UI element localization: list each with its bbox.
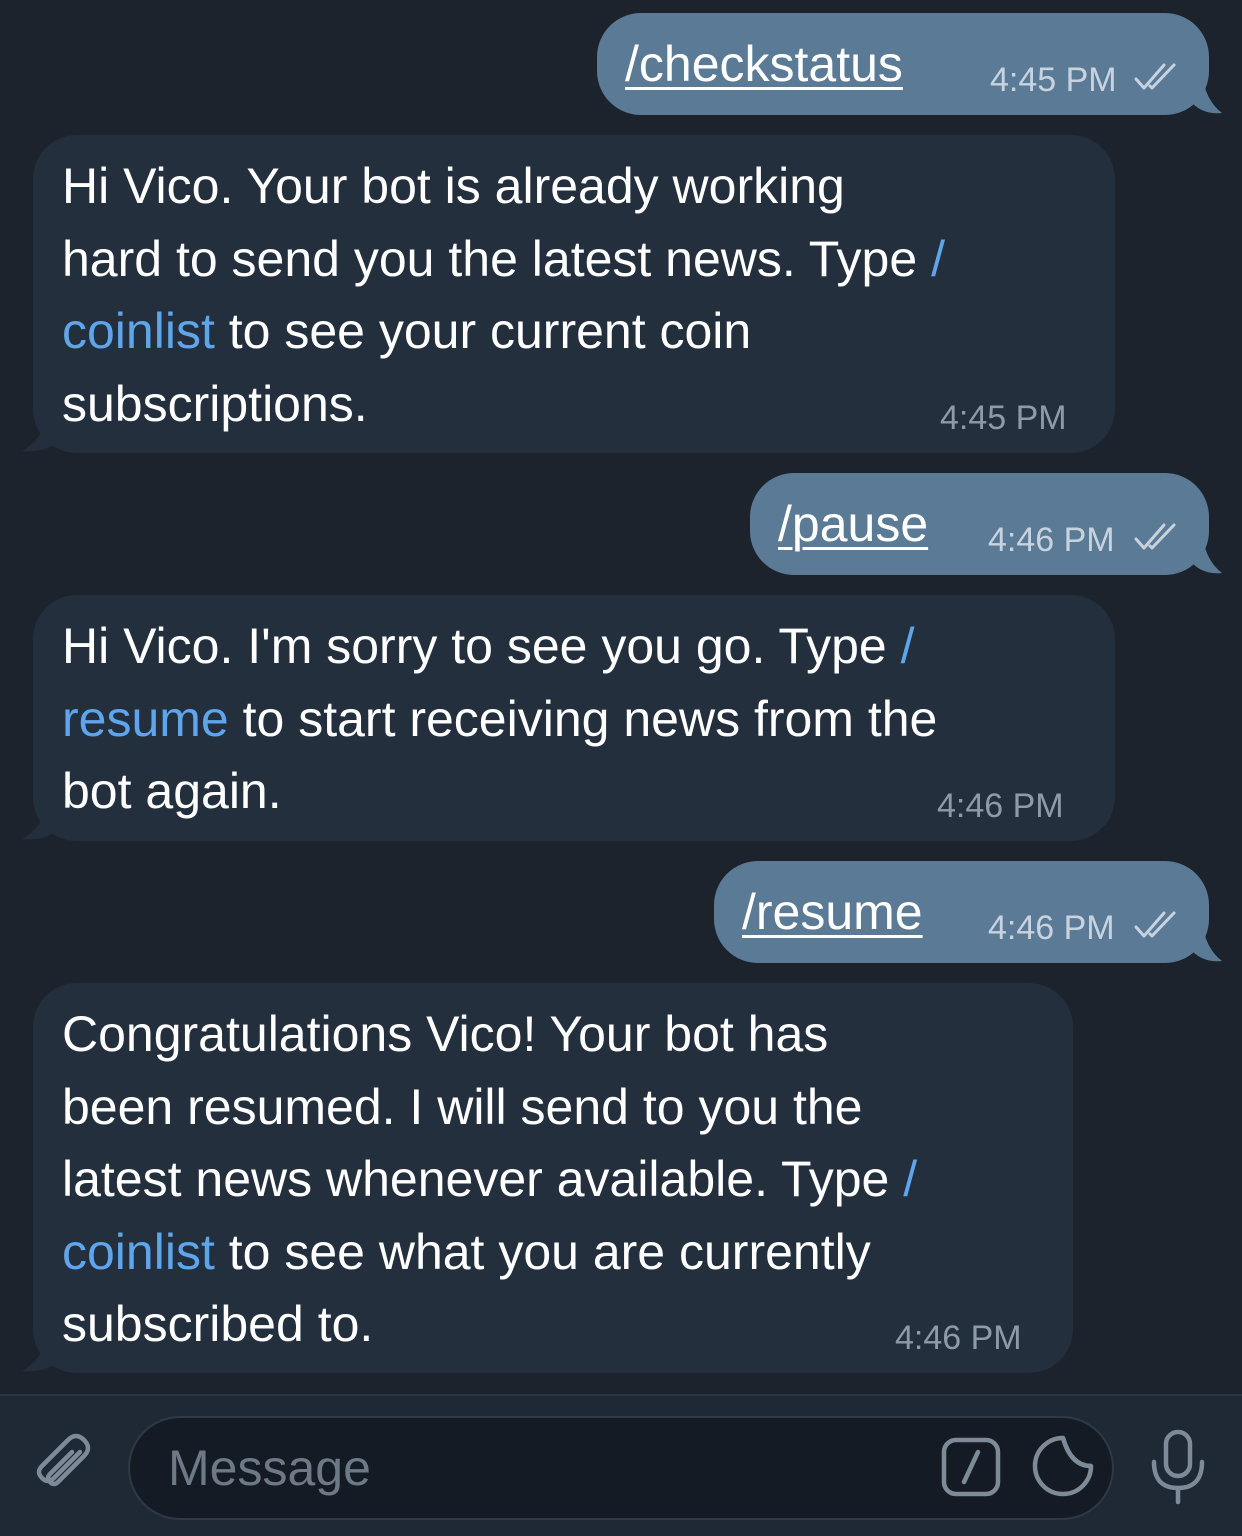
message-timestamp: 4:45 PM: [940, 399, 1067, 437]
incoming-message-text: Hi Vico. Your bot is already working har…: [62, 150, 945, 440]
message-line: subscriptions.: [62, 375, 368, 432]
paperclip-icon[interactable]: [28, 1430, 100, 1502]
message-line: subscribed to.: [62, 1296, 374, 1352]
command-link-checkstatus[interactable]: /checkstatus: [625, 34, 903, 94]
double-check-icon: [1134, 911, 1176, 938]
double-check-icon: [1134, 523, 1176, 550]
message-line: resume to start receiving news from the: [62, 690, 938, 747]
message-line: hard to send you the latest news. Type /: [62, 230, 945, 287]
command-link-resume[interactable]: resume: [62, 691, 229, 747]
command-link-resume[interactable]: /resume: [742, 882, 923, 942]
command-link-slash[interactable]: /: [903, 1151, 917, 1207]
message-timestamp: 4:46 PM: [895, 1319, 1022, 1357]
chat-area[interactable]: /checkstatus 4:45 PM Hi Vico. Your bot i…: [0, 0, 1242, 1394]
bubble-tail-icon: [1192, 75, 1222, 114]
incoming-message-text: Congratulations Vico! Your bot has been …: [62, 998, 917, 1361]
message-line: coinlist to see what you are currently: [62, 1223, 871, 1280]
message-composer: [0, 1394, 1242, 1536]
command-link-slash[interactable]: /: [931, 231, 945, 287]
slash-command-icon[interactable]: [940, 1436, 1002, 1498]
command-link-coinlist[interactable]: coinlist: [62, 1224, 215, 1280]
message-line: latest news whenever available. Type /: [62, 1151, 918, 1207]
double-check-icon: [1134, 63, 1176, 90]
message-timestamp: 4:46 PM: [988, 909, 1115, 947]
bubble-tail-icon: [1192, 535, 1222, 574]
message-timestamp: 4:46 PM: [937, 787, 1064, 825]
message-line: Hi Vico. Your bot is already working: [62, 158, 845, 214]
bubble-tail-icon: [1192, 923, 1222, 962]
bubble-tail-icon: [22, 1333, 58, 1372]
message-line: been resumed. I will send to you the: [62, 1078, 863, 1135]
message-line: coinlist to see your current coin: [62, 303, 752, 359]
message-timestamp: 4:46 PM: [988, 521, 1115, 559]
message-line: Hi Vico. I'm sorry to see you go. Type /: [62, 618, 915, 674]
command-link-coinlist[interactable]: coinlist: [62, 303, 215, 359]
command-link-pause[interactable]: /pause: [778, 494, 928, 554]
bubble-tail-icon: [22, 413, 58, 452]
microphone-icon[interactable]: [1146, 1426, 1210, 1508]
message-timestamp: 4:45 PM: [990, 61, 1117, 99]
command-link-slash[interactable]: /: [901, 618, 915, 674]
bubble-tail-icon: [22, 801, 58, 840]
message-line: Congratulations Vico! Your bot has: [62, 1006, 829, 1062]
message-line: bot again.: [62, 763, 282, 819]
incoming-message-text: Hi Vico. I'm sorry to see you go. Type /…: [62, 610, 937, 828]
sticker-icon[interactable]: [1031, 1434, 1095, 1498]
